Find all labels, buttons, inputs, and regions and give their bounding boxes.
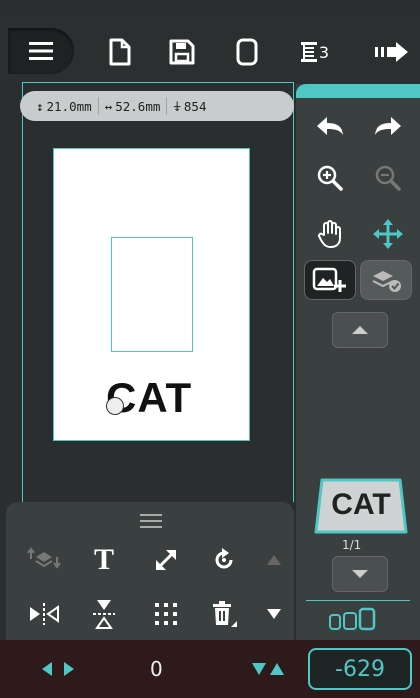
save-button[interactable] (162, 32, 202, 72)
horizontal-position-value[interactable]: 0 (150, 657, 163, 681)
save-icon (169, 39, 195, 65)
label-thumbnail[interactable]: CAT (314, 478, 408, 534)
horizontal-nudge-control[interactable] (40, 660, 76, 680)
rotate-icon (215, 548, 233, 569)
text-icon: T (93, 543, 114, 576)
tools-scroll-down-button[interactable] (254, 596, 294, 632)
height-measure: ↕ 21.0mm (30, 97, 99, 115)
zoom-out-button[interactable] (368, 158, 408, 198)
selection-box[interactable] (111, 237, 193, 352)
grid-dots-icon (155, 603, 177, 625)
add-image-button[interactable] (304, 260, 356, 300)
tools-scroll-up-button[interactable] (254, 542, 294, 578)
drawer-handle[interactable] (140, 514, 162, 528)
menu-button[interactable] (8, 28, 74, 74)
width-value: 52.6mm (115, 98, 161, 114)
move-button[interactable] (368, 214, 408, 254)
zoom-in-button[interactable] (310, 158, 350, 198)
rotate-button[interactable] (204, 542, 244, 578)
height-arrow-icon: ↕ (36, 98, 44, 114)
scroll-down-icon (267, 609, 281, 619)
move-arrows-icon (373, 219, 403, 249)
text-tool-button[interactable]: T (84, 542, 124, 578)
pan-button[interactable] (310, 214, 350, 254)
redo-icon (375, 117, 401, 135)
label-orientation-icon (329, 607, 376, 630)
position-status-bar: 0 -629 (0, 640, 420, 698)
page-indicator: 1/1 (342, 538, 362, 552)
label-paper[interactable]: CAT (53, 148, 250, 441)
undo-icon (317, 117, 343, 135)
right-panel: CAT 1/1 (296, 84, 420, 640)
label-shape-button[interactable] (227, 32, 267, 72)
scroll-up-icon (267, 555, 281, 565)
vertical-position-value[interactable]: -629 (308, 648, 412, 690)
dots-icon: ⍖ (173, 98, 181, 114)
dots-measure: ⍖ 854 (167, 97, 212, 115)
width-measure: ↔ 52.6mm (99, 97, 168, 115)
layers-count: 3 (318, 42, 330, 62)
dots-value: 854 (183, 98, 207, 114)
triangle-up-icon (352, 326, 368, 334)
height-value: 21.0mm (46, 98, 92, 114)
mirror-vertical-icon (93, 600, 115, 629)
thumbnail-text: CAT (331, 488, 390, 521)
measure-bar: ↕ 21.0mm ↔ 52.6mm ⍖ 854 (20, 91, 294, 121)
down-up-arrows-icon (252, 663, 284, 675)
undo-button[interactable] (310, 106, 350, 146)
resize-icon (156, 550, 176, 570)
orientation-toggle[interactable] (306, 600, 410, 636)
layer-order-icon (27, 547, 61, 569)
left-right-arrows-icon (42, 662, 74, 676)
mirror-horizontal-icon (30, 603, 59, 625)
hamburger-menu-icon (29, 42, 53, 60)
zoom-in-icon (317, 165, 343, 191)
layer-check-button[interactable] (360, 260, 412, 300)
send-print-icon (375, 42, 408, 62)
layer-check-icon (372, 271, 401, 292)
layer-order-button[interactable] (24, 542, 64, 578)
resize-button[interactable] (146, 542, 186, 578)
send-print-button[interactable] (370, 32, 414, 72)
redo-button[interactable] (368, 106, 408, 146)
width-arrow-icon: ↔ (104, 98, 113, 114)
panel-scroll-down-button[interactable] (332, 556, 388, 592)
app-root: 3 ↕ 21.0mm ↔ 52.6mm ⍖ 854 CAT CAT 1/1 T … (0, 0, 420, 698)
zoom-out-icon (375, 165, 401, 191)
panel-scroll-up-button[interactable] (332, 312, 388, 348)
delete-icon (213, 601, 237, 627)
rotate-handle[interactable] (106, 397, 124, 415)
triangle-down-icon (352, 570, 368, 578)
layers-icon (300, 42, 317, 62)
layers-button[interactable]: 3 (290, 32, 338, 72)
mirror-vertical-button[interactable] (84, 596, 124, 632)
delete-button[interactable] (204, 596, 244, 632)
new-file-icon (109, 38, 131, 66)
label-shape-icon (236, 38, 258, 66)
vertical-nudge-control[interactable] (250, 660, 286, 680)
hand-pan-icon (318, 220, 341, 248)
add-image-icon (312, 267, 346, 292)
right-panel-accent (296, 84, 420, 98)
new-file-button[interactable] (100, 32, 140, 72)
tool-drawer: T (6, 502, 294, 640)
mirror-horizontal-button[interactable] (24, 596, 64, 632)
grid-button[interactable] (146, 596, 186, 632)
